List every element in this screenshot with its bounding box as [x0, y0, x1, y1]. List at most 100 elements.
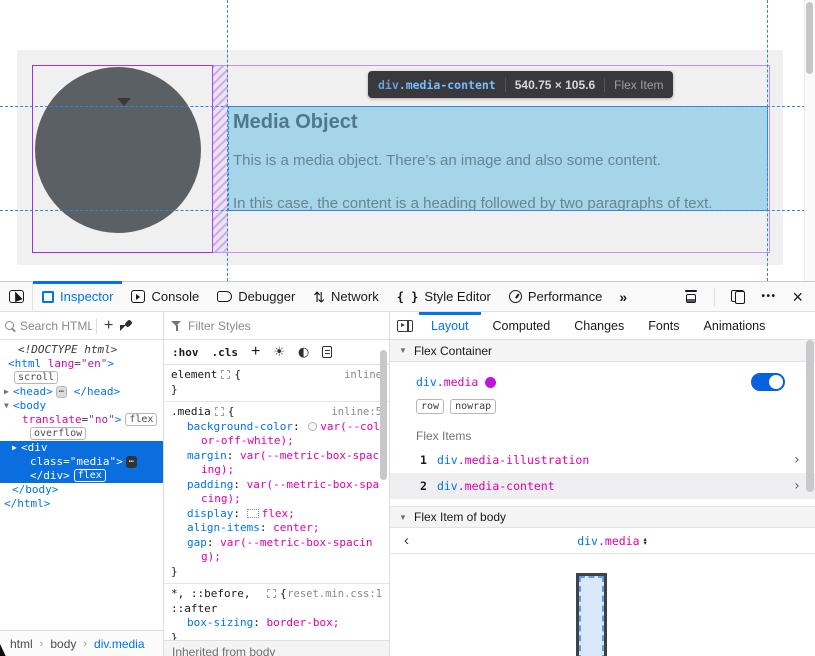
close-devtools-icon[interactable]: × — [792, 288, 803, 306]
tab-style-editor[interactable]: { } Style Editor — [388, 282, 500, 311]
tab-debugger-label: Debugger — [238, 289, 295, 304]
container-class[interactable]: .media — [437, 375, 479, 389]
tab-changes[interactable]: Changes — [562, 312, 636, 339]
rule-source-link[interactable]: inline — [344, 368, 382, 383]
flex-container-header[interactable]: ▼ Flex Container — [390, 340, 815, 362]
flex-highlighter-icon[interactable] — [247, 509, 259, 518]
color-scheme-icon[interactable]: ◐ — [298, 346, 309, 359]
toggle-pseudo-classes-button[interactable]: :hov — [172, 346, 199, 359]
markup-head-row[interactable]: ▶<head>⋯ </head> — [0, 385, 163, 399]
tab-animations[interactable]: Animations — [692, 312, 778, 339]
expand-ellipsis-badge[interactable]: ⋯ — [56, 386, 67, 398]
tab-performance[interactable]: Performance — [500, 282, 611, 311]
flex-item-of-body-header[interactable]: ▼ Flex Item of body — [390, 506, 815, 528]
markup-body-close[interactable]: </body> — [0, 483, 163, 497]
light-theme-icon[interactable]: ☀ — [273, 346, 285, 359]
eyedropper-icon[interactable] — [120, 320, 132, 332]
flex-items-label: Flex Items — [416, 429, 815, 443]
sidebar-tabs: Layout Computed Changes Fonts Animations — [390, 312, 815, 340]
device-toolbar-icon[interactable] — [684, 290, 698, 303]
flex-badge[interactable]: flex — [74, 469, 106, 482]
rule-element[interactable]: inline element{ } — [164, 365, 389, 402]
search-html-input[interactable] — [20, 319, 92, 333]
toolbar-separator — [96, 318, 97, 334]
container-tag[interactable]: div — [416, 375, 437, 389]
tab-console[interactable]: Console — [122, 282, 208, 311]
flex-highlighter-toggle[interactable] — [751, 373, 785, 391]
filter-styles-input[interactable] — [188, 319, 382, 333]
markup-body-attr-row[interactable]: translate="no">flex — [0, 413, 163, 427]
add-node-button[interactable]: + — [101, 318, 116, 334]
breadcrumb-item-body[interactable]: body — [50, 637, 76, 651]
flex-item-selector[interactable]: div.media▴▾ — [409, 534, 815, 548]
color-swatch[interactable] — [308, 422, 317, 431]
media-illustration-circle — [35, 67, 201, 233]
tab-debugger[interactable]: Debugger — [208, 282, 304, 311]
overlay-color-swatch[interactable] — [485, 377, 496, 388]
breadcrumb-separator: › — [83, 638, 87, 650]
scroll-badge[interactable]: scroll — [14, 371, 58, 384]
page-scrollbar[interactable] — [804, 0, 815, 281]
tab-layout[interactable]: Layout — [419, 312, 481, 339]
declaration-margin[interactable]: margin: var(--metric-box-spacing); — [171, 449, 382, 478]
twisty-icon[interactable]: ▼ — [399, 346, 408, 355]
flex-item-row-2[interactable]: 2 div.media-content › — [390, 473, 815, 499]
tab-fonts[interactable]: Fonts — [636, 312, 691, 339]
pick-element-button[interactable] — [0, 282, 33, 311]
sidebar-toggle-icon[interactable] — [397, 320, 413, 332]
flex-badge[interactable]: flex — [125, 413, 157, 426]
screen: Media Object This is a media object. The… — [0, 0, 815, 656]
node-infobar: div.media-content 540.75 × 105.6 Flex It… — [368, 71, 673, 98]
rules-scrollbar-thumb[interactable] — [380, 350, 387, 480]
print-media-icon[interactable] — [322, 346, 332, 358]
declaration-align-items[interactable]: align-items: center; — [171, 521, 382, 536]
layout-scrollbar-thumb[interactable] — [806, 340, 814, 492]
markup-doctype[interactable]: <!DOCTYPE html> — [0, 343, 163, 357]
flex-item-diagram-rect — [576, 573, 607, 656]
chevron-right-icon[interactable]: › — [793, 478, 801, 494]
declaration-display[interactable]: display: flex; — [171, 507, 382, 522]
markup-html-close[interactable]: </html> — [0, 497, 163, 511]
declaration-padding[interactable]: padding: var(--metric-box-spacing); — [171, 478, 382, 507]
rule-source-link[interactable]: inline:5 — [331, 405, 382, 420]
breadcrumb-item-div-media[interactable]: div.media — [94, 637, 144, 651]
declaration-gap[interactable]: gap: var(--metric-box-spacing); — [171, 536, 382, 565]
tab-inspector-label: Inspector — [60, 289, 113, 304]
twisty-icon[interactable]: ▼ — [399, 513, 408, 522]
twisty-icon[interactable]: ▼ — [4, 399, 13, 413]
declaration-background-color[interactable]: background-color: var(--color-off-white)… — [171, 420, 382, 449]
chevron-right-icon[interactable]: › — [793, 452, 801, 468]
responsive-design-mode-icon[interactable] — [731, 290, 745, 304]
tab-computed[interactable]: Computed — [481, 312, 563, 339]
flex-item-diagram — [390, 554, 815, 656]
rule-source-link[interactable]: reset.min.css:1 — [287, 587, 382, 602]
toggle-classes-button[interactable]: .cls — [212, 346, 239, 359]
infobar-selector: div.media-content — [378, 78, 496, 92]
highlight-selector-icon[interactable] — [267, 589, 276, 598]
tab-inspector[interactable]: Inspector — [33, 282, 122, 311]
markup-html-open[interactable]: <html lang="en"> — [0, 357, 163, 371]
markup-pane: + <!DOCTYPE html> <html lang="en"> scrol… — [0, 312, 164, 656]
devtools-menu-icon[interactable]: ••• — [761, 291, 776, 302]
breadcrumb-item-html[interactable]: html — [10, 637, 33, 651]
toolbar-separator — [714, 288, 715, 306]
twisty-icon[interactable]: ▶ — [12, 441, 21, 455]
overflow-badge[interactable]: overflow — [30, 427, 86, 440]
markup-selected-node[interactable]: ▶<div class="media">⋯ </div>flex — [0, 441, 163, 483]
twisty-icon[interactable]: ▶ — [4, 385, 13, 399]
more-tabs-button[interactable]: » — [611, 282, 635, 311]
highlight-selector-icon[interactable] — [221, 370, 230, 379]
item-switcher-icon[interactable]: ▴▾ — [644, 537, 647, 546]
highlight-selector-icon[interactable] — [215, 407, 224, 416]
devtools-panels: + <!DOCTYPE html> <html lang="en"> scrol… — [0, 312, 815, 656]
declaration-box-sizing[interactable]: box-sizing: border-box; — [171, 616, 382, 631]
markup-body-open-row[interactable]: ▼<body — [0, 399, 163, 413]
rule-media[interactable]: inline:5 .media{ background-color: var(-… — [164, 402, 389, 584]
page-scrollbar-thumb[interactable] — [806, 2, 813, 74]
tab-network[interactable]: ⇅ Network — [304, 282, 387, 311]
flex-item-row-1[interactable]: 1 div.media-illustration › — [390, 447, 815, 473]
expand-ellipsis-badge[interactable]: ⋯ — [126, 456, 137, 468]
media-heading: Media Object — [233, 110, 767, 134]
back-chevron-icon[interactable]: ‹ — [390, 532, 409, 549]
add-rule-button[interactable]: + — [251, 343, 260, 361]
